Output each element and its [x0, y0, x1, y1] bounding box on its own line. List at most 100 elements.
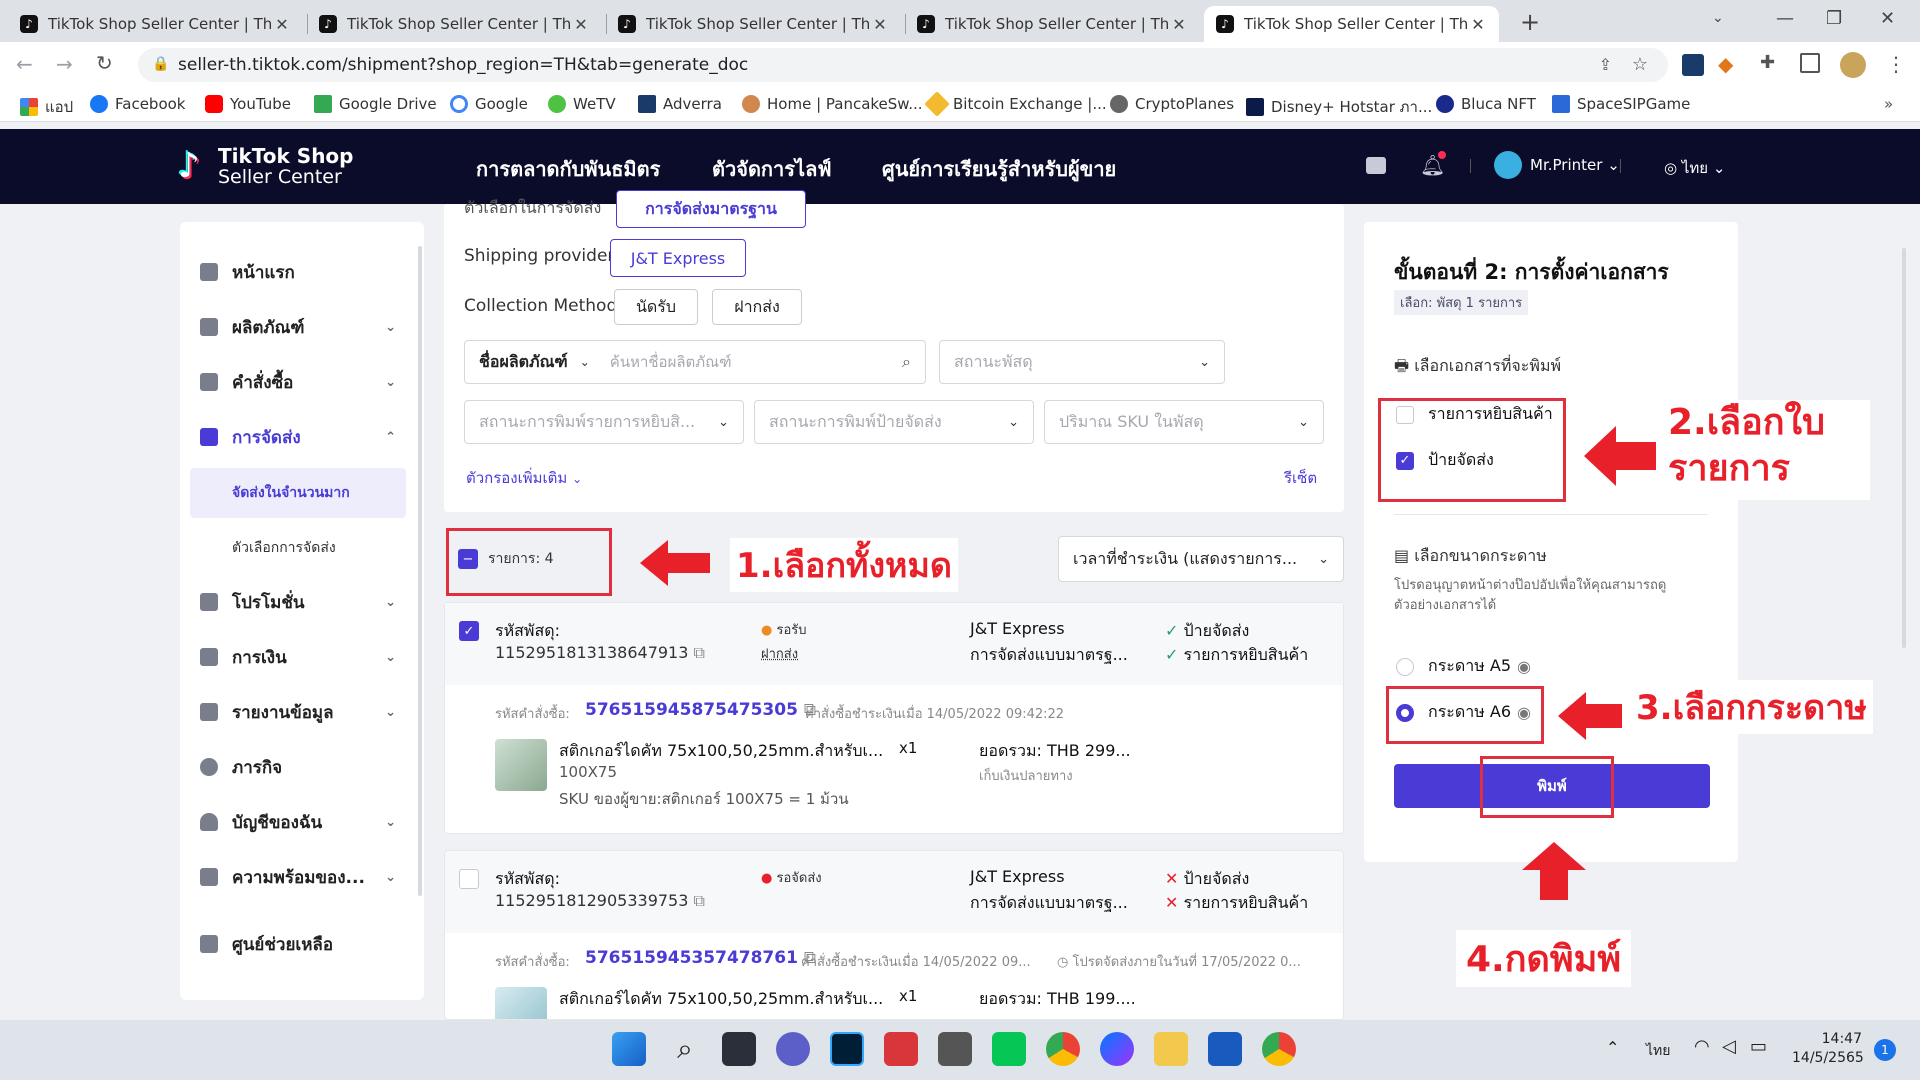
tab-search-icon[interactable]: ⌄	[1712, 10, 1724, 26]
sidebar-item-products[interactable]: ผลิตภัณฑ์ ⌄	[200, 312, 410, 342]
label-print-status-select[interactable]: สถานะการพิมพ์ป้ายจัดส่ง ⌄	[754, 400, 1034, 444]
close-icon[interactable]: ✕	[871, 15, 889, 34]
product-field-select[interactable]: ชื่อผลิตภัณฑ์	[479, 350, 568, 375]
browser-tab[interactable]: ♪ TikTok Shop Seller Center | Thaila✕	[905, 6, 1200, 42]
bookmark-apps[interactable]: แอป	[20, 95, 73, 119]
sidebar-item-tasks[interactable]: ภารกิจ	[200, 752, 410, 782]
sidebar-sub-ship-options[interactable]: ตัวเลือกการจัดส่ง	[190, 523, 406, 573]
word-icon[interactable]	[1208, 1032, 1242, 1066]
share-icon[interactable]: ⇪	[1599, 55, 1612, 74]
search-icon[interactable]: ⌕	[902, 352, 911, 372]
bookmark-spacesip[interactable]: SpaceSIPGame	[1552, 95, 1690, 113]
pickup-button[interactable]: นัดรับ	[614, 289, 698, 325]
chrome-profile-icon[interactable]	[1262, 1032, 1296, 1066]
bookmark-pancakeswap[interactable]: Home | PancakeSw...	[742, 95, 923, 113]
sidebar-item-help[interactable]: ศูนย์ช่วยเหลือ	[200, 929, 410, 959]
bookmark-wetv[interactable]: WeTV	[548, 95, 616, 113]
nav-learning-center[interactable]: ศูนย์การเรียนรู้สำหรับผู้ขาย	[882, 153, 1116, 185]
bookmark-cryptoplanes[interactable]: CryptoPlanes	[1110, 95, 1234, 113]
puzzle-icon[interactable]: ✚	[1760, 52, 1775, 73]
sidebar-item-promotion[interactable]: โปรโมชั่น ⌄	[200, 587, 410, 617]
sidebar-item-reports[interactable]: รายงานข้อมูล ⌄	[200, 697, 410, 727]
jt-express-button[interactable]: J&T Express	[610, 239, 746, 277]
sidebar-item-orders[interactable]: คำสั่งซื้อ ⌄	[200, 367, 410, 397]
sidebar-item-account[interactable]: บัญชีของฉัน ⌄	[200, 807, 410, 837]
search-icon[interactable]: ⌕	[668, 1032, 702, 1066]
bookmark-google[interactable]: Google	[450, 95, 528, 113]
bookmark-facebook[interactable]: Facebook	[90, 95, 185, 113]
product-search-input[interactable]: ค้นหาชื่อผลิตภัณฑ์	[610, 350, 732, 374]
a5-radio[interactable]	[1396, 657, 1414, 676]
sku-qty-select[interactable]: ปริมาณ SKU ในพัสดุ ⌄	[1044, 400, 1324, 444]
copy-icon[interactable]: ⧉	[694, 643, 705, 662]
tiktok-logo-icon[interactable]: ♪	[178, 147, 212, 185]
back-icon[interactable]: ←	[16, 52, 33, 76]
reset-link[interactable]: รีเซ็ต	[1284, 466, 1317, 490]
bookmark-google-drive[interactable]: Google Drive	[314, 95, 437, 113]
chrome-icon[interactable]	[1046, 1032, 1080, 1066]
order-checkbox[interactable]	[459, 869, 479, 889]
new-tab-icon[interactable]: +	[1520, 8, 1540, 36]
sidebar-sub-bulk-ship[interactable]: จัดส่งในจำนวนมาก	[190, 468, 406, 518]
more-filters-link[interactable]: ตัวกรองเพิ่มเติม ⌄	[466, 466, 582, 490]
reload-icon[interactable]: ↻	[96, 51, 113, 75]
browser-tab[interactable]: ♪ TikTok Shop Seller Center | Thaila✕	[8, 6, 303, 42]
windows-start-icon[interactable]	[612, 1032, 646, 1066]
nav-live-manager[interactable]: ตัวจัดการไลฟ์	[712, 153, 831, 185]
forward-icon[interactable]: →	[56, 52, 73, 76]
user-avatar[interactable]	[1494, 151, 1522, 179]
file-explorer-icon[interactable]	[1154, 1032, 1188, 1066]
page-scrollbar[interactable]	[1902, 248, 1906, 648]
photoshop-icon[interactable]	[830, 1032, 864, 1066]
close-icon[interactable]: ✕	[1170, 15, 1188, 34]
bookmark-bluca[interactable]: Bluca NFT	[1436, 95, 1536, 113]
sort-select[interactable]: เวลาที่ชำระเงิน (แสดงรายการ... ⌄	[1058, 536, 1344, 582]
order-checkbox[interactable]: ✓	[459, 621, 479, 641]
close-icon[interactable]: ✕	[572, 15, 590, 34]
extension-icon[interactable]	[1682, 54, 1704, 76]
minimize-icon[interactable]: —	[1776, 8, 1794, 29]
sidebar-item-finance[interactable]: การเงิน ⌄	[200, 642, 410, 672]
bookmarks-more-icon[interactable]: »	[1884, 95, 1893, 113]
maximize-icon[interactable]: ❐	[1826, 8, 1842, 29]
clock[interactable]: 14:47 14/5/2565	[1792, 1030, 1864, 1068]
bookmark-youtube[interactable]: YouTube	[205, 95, 291, 113]
standard-shipping-button[interactable]: การจัดส่งมาตรฐาน	[616, 190, 806, 228]
line-icon[interactable]	[992, 1032, 1026, 1066]
order-id-link[interactable]: 576515945357478761	[585, 948, 798, 968]
menu-icon[interactable]: ⋮	[1886, 52, 1906, 76]
logo-title[interactable]: TikTok Shop	[218, 145, 354, 167]
avatar[interactable]	[1840, 52, 1866, 78]
language-menu[interactable]: ◎ ไทย ⌄	[1664, 156, 1725, 180]
bookmark-bitcoin[interactable]: Bitcoin Exchange |...	[924, 91, 1107, 117]
notification-badge[interactable]: 1	[1874, 1039, 1896, 1061]
widgets-icon[interactable]	[722, 1032, 756, 1066]
close-icon[interactable]: ✕	[273, 15, 291, 34]
messenger-icon[interactable]	[1100, 1032, 1134, 1066]
order-id-link[interactable]: 576515945875475305	[585, 700, 798, 720]
dropoff-button[interactable]: ฝากส่ง	[712, 289, 802, 325]
url-field[interactable]: 🔒 seller-th.tiktok.com/shipment?shop_reg…	[138, 48, 1668, 82]
browser-tab-active[interactable]: ♪ TikTok Shop Seller Center | Thaila✕	[1204, 6, 1499, 42]
copy-icon[interactable]: ⧉	[694, 891, 705, 910]
battery-icon[interactable]: ▭	[1750, 1036, 1767, 1057]
chevron-up-icon[interactable]: ⌃	[1606, 1038, 1619, 1057]
bookmark-disney[interactable]: Disney+ Hotstar ภา...	[1246, 95, 1432, 119]
eye-icon[interactable]: ◉	[1517, 657, 1531, 676]
picklist-print-status-select[interactable]: สถานะการพิมพ์รายการหยิบสิ... ⌄	[464, 400, 744, 444]
close-icon[interactable]: ✕	[1469, 15, 1487, 34]
sidebar-item-home[interactable]: หน้าแรก	[200, 257, 410, 287]
wifi-icon[interactable]: ◠	[1694, 1036, 1710, 1057]
browser-tab[interactable]: ♪ TikTok Shop Seller Center | Thaila✕	[606, 6, 901, 42]
browser-tab[interactable]: ♪ TikTok Shop Seller Center | Thaila✕	[307, 6, 602, 42]
chat-icon[interactable]	[1366, 157, 1386, 174]
user-menu[interactable]: Mr.Printer ⌄	[1530, 156, 1620, 174]
window-close-icon[interactable]: ✕	[1880, 8, 1895, 29]
sidebar-scrollbar[interactable]	[418, 246, 422, 896]
sidepanel-icon[interactable]	[1800, 53, 1820, 73]
sidebar-item-readiness[interactable]: ความพร้อมของ... ⌄	[200, 862, 410, 892]
nav-affiliate[interactable]: การตลาดกับพันธมิตร	[476, 153, 660, 185]
metamask-icon[interactable]: ◆	[1718, 52, 1733, 76]
input-language[interactable]: ไทย	[1646, 1040, 1670, 1062]
teams-icon[interactable]	[776, 1032, 810, 1066]
